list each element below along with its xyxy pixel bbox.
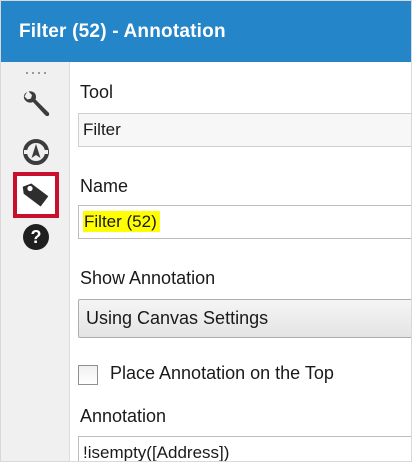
show-annotation-label: Show Annotation: [80, 268, 216, 288]
annotation-value: !isempty([Address]): [83, 443, 230, 462]
panel-title: Filter (52) - Annotation: [1, 1, 411, 62]
sidebar: ?: [1, 62, 70, 461]
annotation-form: Tool Filter Name Filter (52) Show Annota…: [70, 62, 411, 462]
place-on-top-checkbox[interactable]: [78, 365, 98, 385]
annotation-textarea[interactable]: !isempty([Address]): [78, 436, 411, 462]
sidebar-item-annotation[interactable]: [13, 172, 59, 218]
sidebar-item-configuration[interactable]: [19, 87, 53, 121]
svg-text:?: ?: [31, 227, 42, 247]
show-annotation-selected: Using Canvas Settings: [86, 308, 269, 328]
compass-icon: [23, 139, 49, 165]
show-annotation-dropdown[interactable]: Using Canvas Settings: [78, 299, 411, 338]
name-label: Name: [80, 176, 129, 196]
name-value: Filter (52): [83, 211, 160, 232]
help-icon: ?: [23, 224, 49, 250]
place-on-top-label[interactable]: Place Annotation on the Top: [110, 363, 334, 384]
name-input[interactable]: Filter (52): [78, 205, 411, 239]
annotation-panel: Filter (52) - Annotation ? Tool Filter N…: [0, 0, 412, 462]
sidebar-item-navigation[interactable]: [19, 135, 53, 169]
drag-grip-icon[interactable]: [26, 72, 46, 76]
tool-value: Filter: [83, 120, 121, 139]
sidebar-item-help[interactable]: ?: [19, 220, 53, 254]
annotation-label: Annotation: [80, 406, 167, 426]
tool-field: Filter: [78, 113, 411, 147]
tag-icon: [22, 183, 49, 207]
wrench-icon: [23, 91, 50, 117]
tool-label: Tool: [80, 82, 114, 102]
